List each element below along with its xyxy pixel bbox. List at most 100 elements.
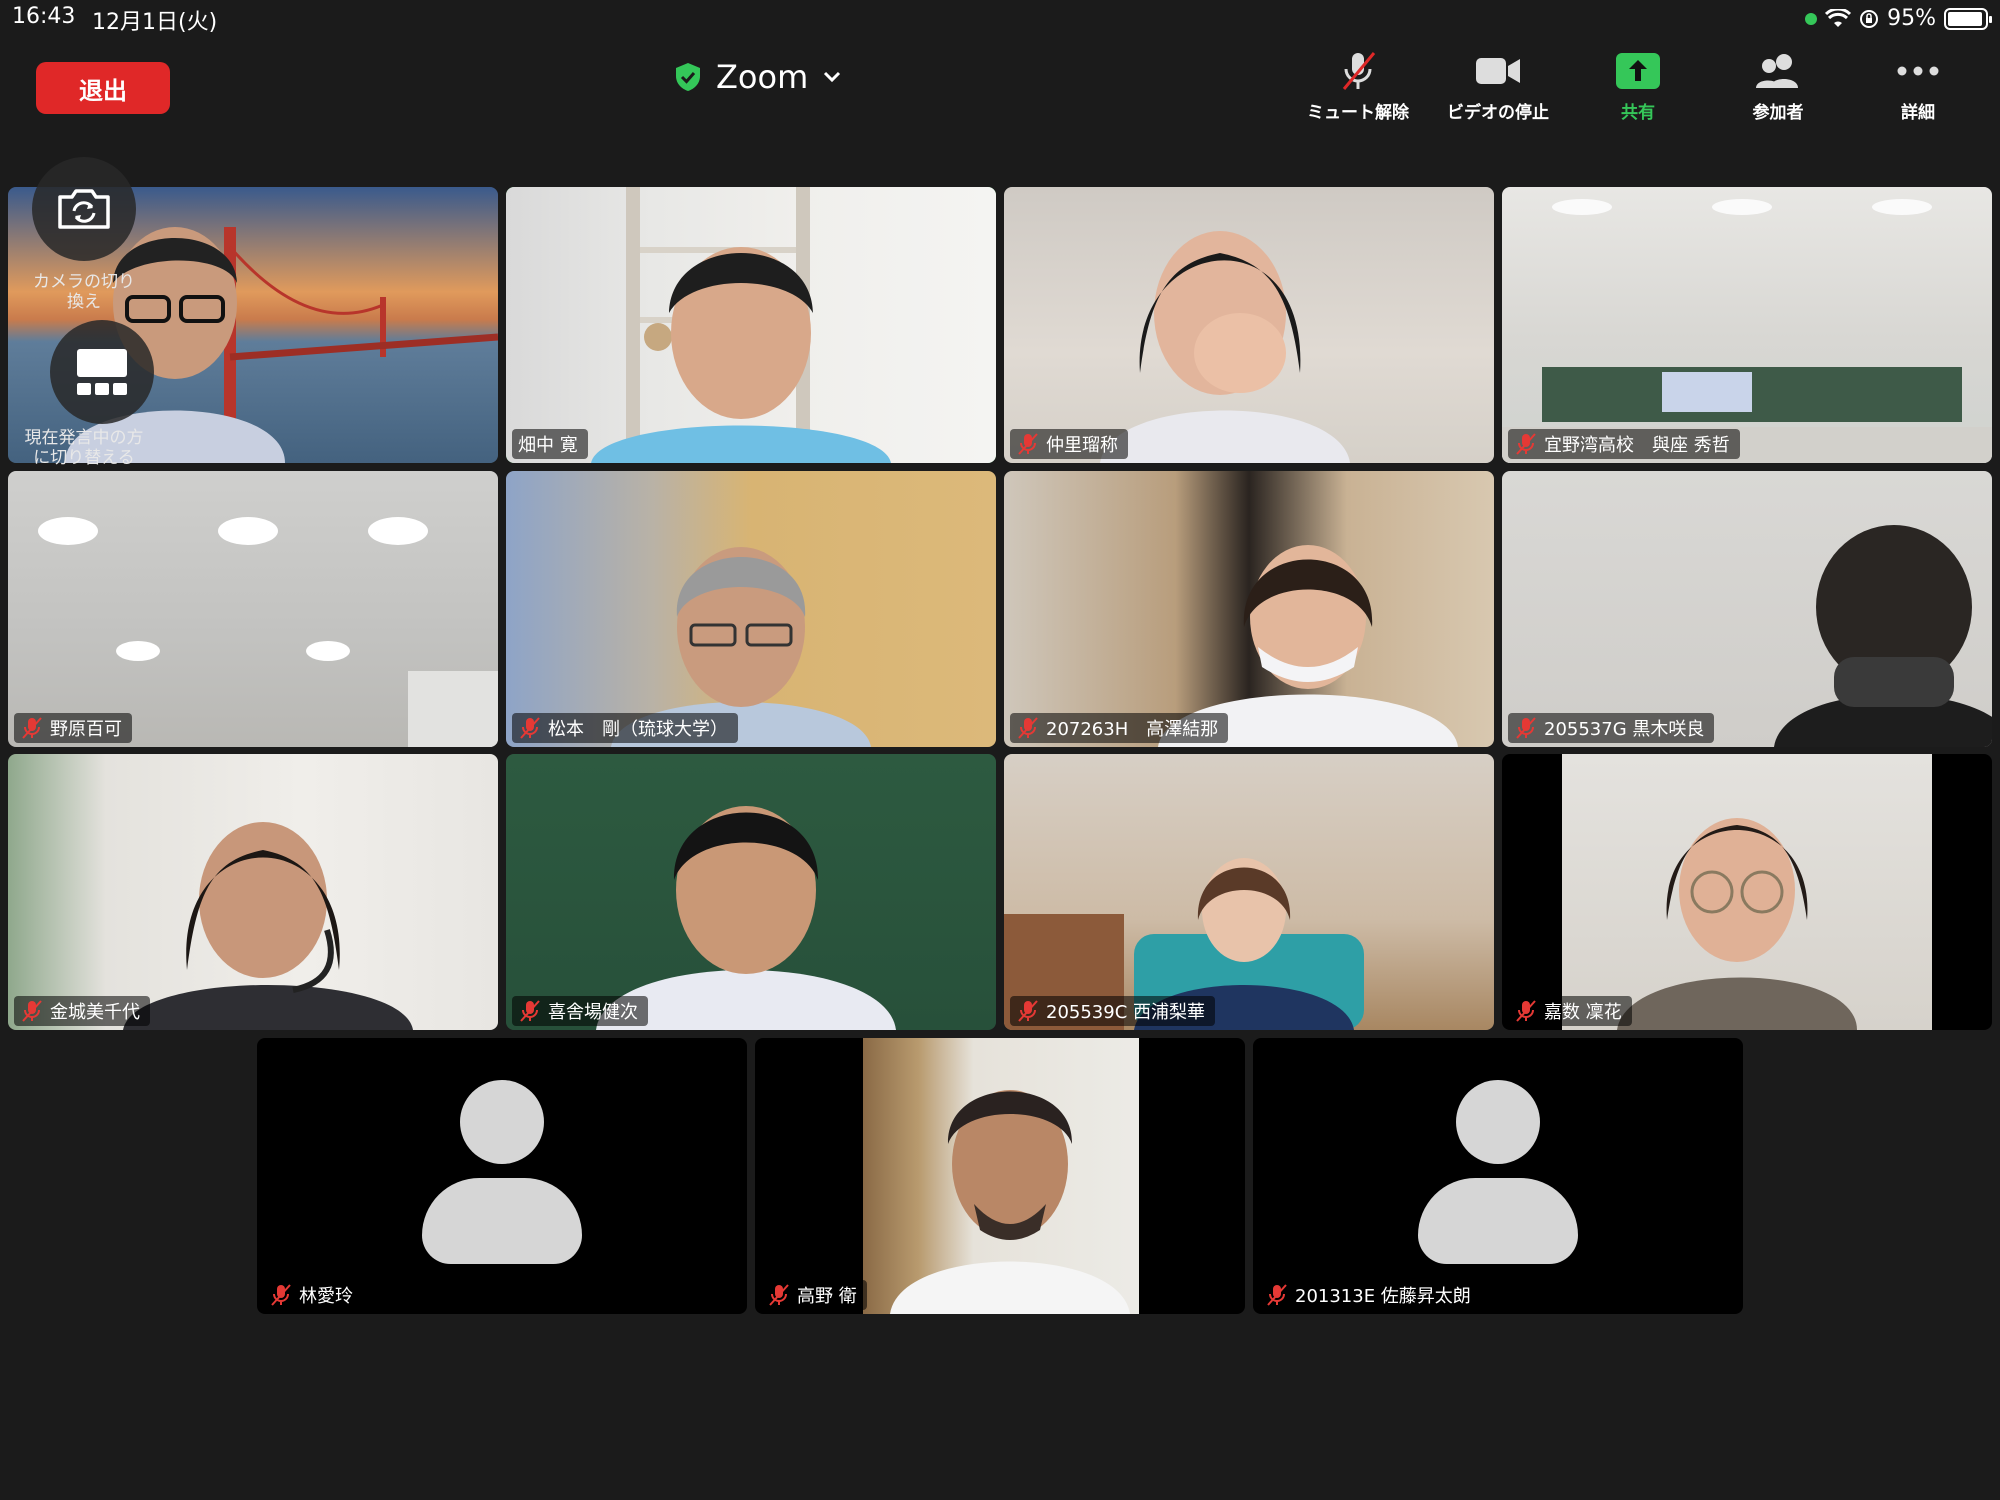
switch-to-speaker-view-label: 現在発言中の方に切り替える	[24, 428, 144, 468]
share-label: 共有	[1621, 103, 1655, 123]
camera-in-use-dot-icon	[1805, 12, 1818, 25]
status-bar: 16:43 12月1日(火) 95%	[0, 0, 2000, 36]
participant-name-tag: 野原百可	[14, 713, 132, 743]
participant-name: 仲里瑠称	[1046, 435, 1118, 456]
participant-name-tag: 松本 剛（琉球大学）	[512, 713, 738, 743]
participant-name: 林愛玲	[299, 1286, 353, 1307]
meeting-title-dropdown[interactable]: Zoom	[674, 58, 842, 96]
mic-muted-icon	[520, 1000, 540, 1022]
speaker-view-icon	[77, 349, 127, 395]
more-dots-icon	[1896, 50, 1940, 92]
battery-icon	[1944, 7, 1992, 30]
mic-muted-icon	[22, 717, 42, 739]
status-indicators: 95%	[1805, 6, 1992, 31]
mic-muted-icon	[520, 717, 540, 739]
participant-video	[1617, 818, 1858, 1030]
participant-name: 畑中 寛	[518, 435, 578, 456]
participant-name-tag: 201313E 佐藤昇太朗	[1259, 1280, 1481, 1310]
meeting-title: Zoom	[716, 58, 809, 96]
participant-name: 嘉数 凜花	[1544, 1002, 1622, 1023]
video-tile-no-video[interactable]: 林愛玲	[257, 1038, 747, 1314]
unmute-label: ミュート解除	[1307, 103, 1409, 123]
leave-button[interactable]: 退出	[36, 62, 170, 114]
participant-name-tag: 205537G 黒木咲良	[1508, 713, 1715, 743]
unmute-button[interactable]: ミュート解除	[1288, 50, 1428, 123]
mic-muted-icon	[1267, 1284, 1287, 1306]
video-tile[interactable]: 207263H 高澤結那	[1004, 471, 1494, 747]
switch-to-speaker-view-button[interactable]	[50, 320, 154, 424]
participant-name-tag: 高野 衛	[761, 1280, 867, 1310]
participant-name-tag: 喜舎場健次	[512, 996, 648, 1026]
participant-video	[1774, 525, 1992, 747]
video-tile[interactable]: 高野 衛	[755, 1038, 1245, 1314]
participants-button[interactable]: 参加者	[1708, 50, 1848, 123]
participant-name: 高野 衛	[797, 1286, 857, 1307]
mic-muted-icon	[1018, 433, 1038, 455]
mic-muted-icon	[1018, 1000, 1038, 1022]
avatar-body	[422, 1178, 582, 1264]
participant-video	[122, 822, 413, 1030]
camera-switch-icon	[58, 189, 110, 229]
participant-name: 松本 剛（琉球大学）	[548, 719, 728, 740]
participant-name: 207263H 高澤結那	[1046, 719, 1219, 740]
participant-name: 喜舎場健次	[548, 1002, 638, 1023]
date: 12月1日(火)	[92, 10, 218, 35]
mic-muted-icon	[1018, 717, 1038, 739]
camera-switch-button[interactable]	[32, 157, 136, 261]
participant-video	[1099, 231, 1350, 463]
video-tile[interactable]: 松本 剛（琉球大学）	[506, 471, 996, 747]
participant-name: 205537G 黒木咲良	[1544, 719, 1705, 740]
stop-video-label: ビデオの停止	[1447, 103, 1549, 123]
video-camera-icon	[1474, 50, 1522, 92]
video-tile-active-speaker[interactable]: 畑中 寛	[506, 187, 996, 463]
wifi-icon	[1825, 8, 1852, 27]
stop-video-button[interactable]: ビデオの停止	[1428, 50, 1568, 123]
participants-icon	[1754, 50, 1802, 92]
rotation-lock-icon	[1860, 9, 1879, 28]
mic-muted-icon	[1516, 433, 1536, 455]
participant-name: 205539C 西浦梨華	[1046, 1002, 1206, 1023]
video-tile-no-video[interactable]: 201313E 佐藤昇太朗	[1253, 1038, 1743, 1314]
video-tile[interactable]: 205537G 黒木咲良	[1502, 471, 1992, 747]
encryption-shield-icon	[676, 63, 700, 91]
participant-name-tag: 嘉数 凜花	[1508, 996, 1632, 1026]
video-tile[interactable]: 205539C 西浦梨華	[1004, 754, 1494, 1030]
clock: 16:43	[12, 4, 76, 29]
participant-name-tag: 畑中 寛	[512, 429, 588, 459]
avatar-placeholder-icon	[1456, 1080, 1540, 1164]
participant-name-tag: 仲里瑠称	[1010, 429, 1128, 459]
video-tile[interactable]: 喜舎場健次	[506, 754, 996, 1030]
participant-video	[889, 1090, 1130, 1314]
avatar-placeholder-icon	[460, 1080, 544, 1164]
video-tile[interactable]: 宜野湾高校 與座 秀哲	[1502, 187, 1992, 463]
participants-label: 参加者	[1752, 103, 1804, 123]
classroom-image	[1502, 199, 1992, 463]
mic-muted-icon	[1336, 50, 1380, 92]
participant-name: 金城美千代	[50, 1002, 140, 1023]
meeting-toolbar: ミュート解除 ビデオの停止 共有 参加者 詳細	[1288, 50, 1988, 123]
participant-name: 宜野湾高校 與座 秀哲	[1544, 435, 1730, 456]
participant-name-tag: 205539C 西浦梨華	[1010, 996, 1216, 1026]
video-tile[interactable]: 野原百可	[8, 471, 498, 747]
participant-name: 野原百可	[50, 719, 122, 740]
share-up-arrow-icon	[1616, 50, 1660, 92]
mic-muted-icon	[22, 1000, 42, 1022]
participant-name: 201313E 佐藤昇太朗	[1295, 1286, 1471, 1307]
video-tile[interactable]: 仲里瑠称	[1004, 187, 1494, 463]
more-button[interactable]: 詳細	[1848, 50, 1988, 123]
ceiling-lights-image	[38, 517, 498, 747]
share-button[interactable]: 共有	[1568, 50, 1708, 123]
mic-muted-icon	[271, 1284, 291, 1306]
more-label: 詳細	[1901, 103, 1935, 123]
mic-muted-icon	[1516, 1000, 1536, 1022]
camera-switch-label: カメラの切り換え	[33, 272, 135, 312]
participant-name-tag: 宜野湾高校 與座 秀哲	[1508, 429, 1740, 459]
video-tile[interactable]: 金城美千代	[8, 754, 498, 1030]
mic-muted-icon	[769, 1284, 789, 1306]
participant-name-tag: 金城美千代	[14, 996, 150, 1026]
participant-video	[596, 806, 897, 1030]
chevron-down-icon	[824, 71, 841, 83]
avatar-body	[1418, 1178, 1578, 1264]
video-tile[interactable]: 嘉数 凜花	[1502, 754, 1992, 1030]
participant-name-tag: 207263H 高澤結那	[1010, 713, 1229, 743]
